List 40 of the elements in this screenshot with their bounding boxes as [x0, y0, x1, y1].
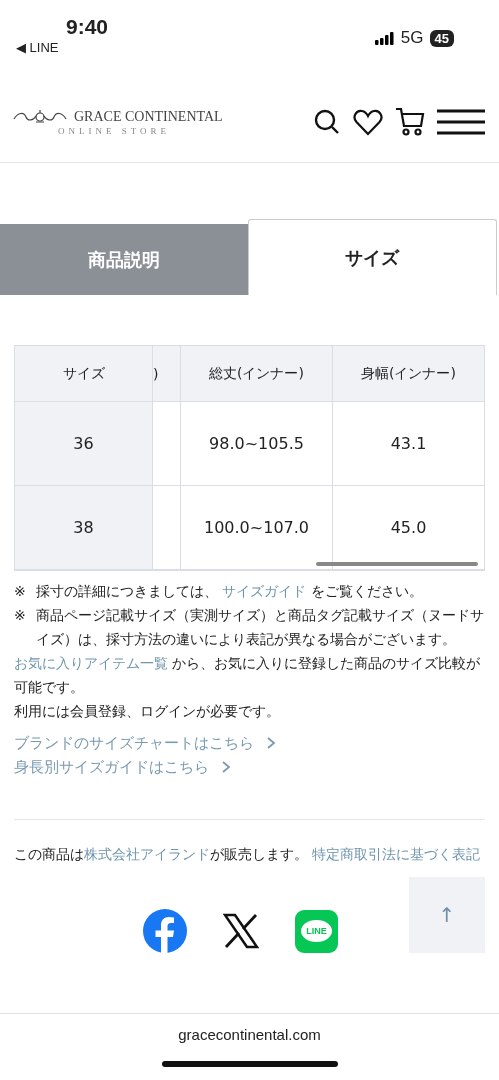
column-header: サイズ	[15, 346, 153, 402]
menu-icon[interactable]	[437, 109, 485, 135]
seller-link[interactable]: 株式会社アイランド	[84, 846, 210, 862]
status-time: 9:40	[66, 16, 109, 38]
battery-indicator: 45	[429, 29, 454, 47]
seller-link[interactable]: 特定商取引法に基づく表記	[312, 846, 481, 862]
url-bar[interactable]: gracecontinental.com	[178, 1026, 321, 1043]
heart-icon[interactable]	[353, 108, 383, 136]
search-icon[interactable]	[313, 108, 341, 136]
column-header: 総丈(インナー)	[181, 346, 333, 402]
column-header: )	[153, 346, 181, 402]
cart-icon[interactable]	[395, 107, 425, 137]
seller-text: この商品は株式会社アイランドが販売します。 特定商取引法に基づく表記	[14, 845, 482, 864]
guide-link[interactable]: 身長別サイズガイドはこちら	[14, 755, 485, 779]
table-cell: 38	[15, 486, 153, 570]
tab[interactable]: 商品説明	[0, 224, 248, 295]
login-text: 利用には会員登録、ログインが必要です。	[14, 702, 281, 721]
back-to-top-button[interactable]: ↑	[409, 877, 485, 953]
table-cell: 98.0~105.5	[181, 402, 333, 486]
table-cell: 36	[15, 402, 153, 486]
brand-name[interactable]: GRACE CONTINENTAL	[74, 109, 223, 125]
x-logo-icon[interactable]	[223, 913, 259, 949]
chevron-right-icon	[266, 736, 276, 750]
facebook-icon[interactable]	[143, 909, 187, 953]
network-label: 5G	[400, 28, 424, 48]
back-to-app-link[interactable]: ◀ LINE	[16, 40, 109, 55]
size-guide-link[interactable]: サイズガイド	[222, 583, 307, 599]
tab[interactable]: サイズ	[247, 219, 497, 295]
chevron-right-icon	[221, 760, 231, 774]
brand-subtitle: ONLINE STORE	[58, 126, 171, 136]
note-text: ※ 採寸の詳細につきましては、 サイズガイド をご覧ください。	[14, 582, 424, 601]
guide-link[interactable]: ブランドのサイズチャートはこちら	[14, 731, 485, 755]
favorites-text: お気に入りアイテム一覧 から、お気に入りに登録した商品のサイズ比較が可能です。	[14, 654, 482, 697]
line-app-icon[interactable]: LINE	[295, 909, 338, 953]
note-text: ※ 商品ページ記載サイズ（実測サイズ）と商品タグ記載サイズ（ヌードサイズ）は、採寸方法の違いにより表記が異なる場合がございます。	[14, 606, 485, 649]
favorites-link[interactable]: お気に入りアイテム一覧	[14, 655, 168, 671]
table-cell: 43.1	[333, 402, 484, 486]
signal-icon	[374, 31, 395, 45]
ornament-icon	[12, 108, 68, 126]
column-header: 身幅(インナー)	[333, 346, 484, 402]
